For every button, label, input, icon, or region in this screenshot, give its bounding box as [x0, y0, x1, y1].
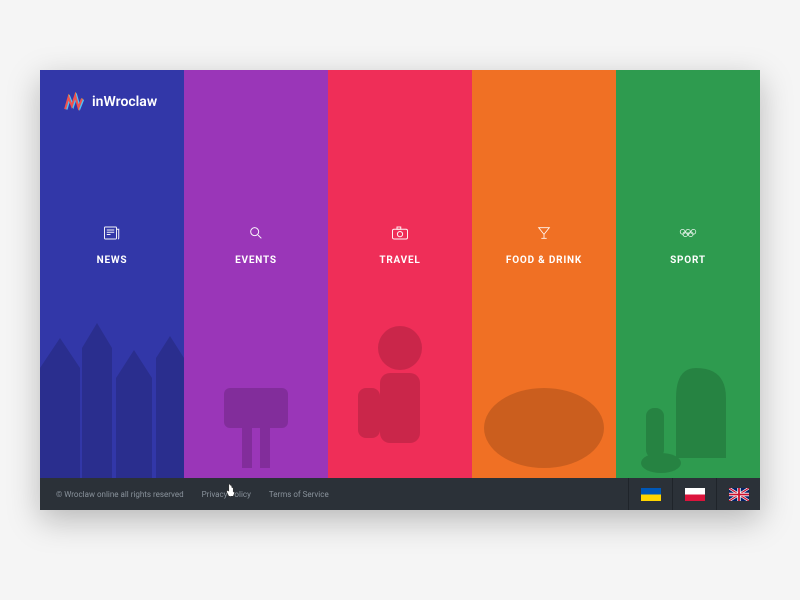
- lang-poland[interactable]: [672, 478, 716, 510]
- phone-photo-illustration: [184, 288, 328, 478]
- language-switcher: [628, 478, 760, 510]
- search-icon: [247, 225, 265, 241]
- category-label: FOOD & DRINK: [506, 255, 582, 266]
- uk-flag-icon: [729, 488, 749, 501]
- lang-english[interactable]: [716, 478, 760, 510]
- category-columns: NEWS EVENTS TRAVEL FOOD & DRINK: [40, 70, 760, 478]
- category-label: TRAVEL: [379, 255, 420, 266]
- olympic-rings-icon: [679, 225, 697, 241]
- category-news[interactable]: NEWS: [40, 70, 184, 478]
- terms-link[interactable]: Terms of Service: [269, 490, 329, 499]
- buildings-illustration: [40, 288, 184, 478]
- ukraine-flag-icon: [641, 488, 661, 501]
- category-label: EVENTS: [235, 255, 277, 266]
- privacy-link[interactable]: Privacy Policy: [202, 490, 251, 499]
- category-sport[interactable]: SPORT: [616, 70, 760, 478]
- category-events[interactable]: EVENTS: [184, 70, 328, 478]
- sport-gear-illustration: [616, 288, 760, 478]
- category-label: SPORT: [670, 255, 706, 266]
- category-label: NEWS: [97, 255, 128, 266]
- category-food-drink[interactable]: FOOD & DRINK: [472, 70, 616, 478]
- lang-ukraine[interactable]: [628, 478, 672, 510]
- camera-icon: [391, 225, 409, 241]
- footer-bar: © Wroclaw online all rights reserved Pri…: [40, 478, 760, 510]
- brand-name: inWroclaw: [92, 94, 157, 110]
- copyright-text: © Wroclaw online all rights reserved: [56, 490, 184, 499]
- poland-flag-icon: [685, 488, 705, 501]
- food-illustration: [472, 288, 616, 478]
- category-travel[interactable]: TRAVEL: [328, 70, 472, 478]
- traveler-illustration: [328, 288, 472, 478]
- brand-logo[interactable]: inWroclaw: [64, 92, 157, 112]
- cocktail-icon: [535, 225, 553, 241]
- newspaper-icon: [103, 225, 121, 241]
- brand-logo-icon: [64, 92, 84, 112]
- main-stage: inWroclaw NEWS EVENTS TRAVEL: [40, 70, 760, 510]
